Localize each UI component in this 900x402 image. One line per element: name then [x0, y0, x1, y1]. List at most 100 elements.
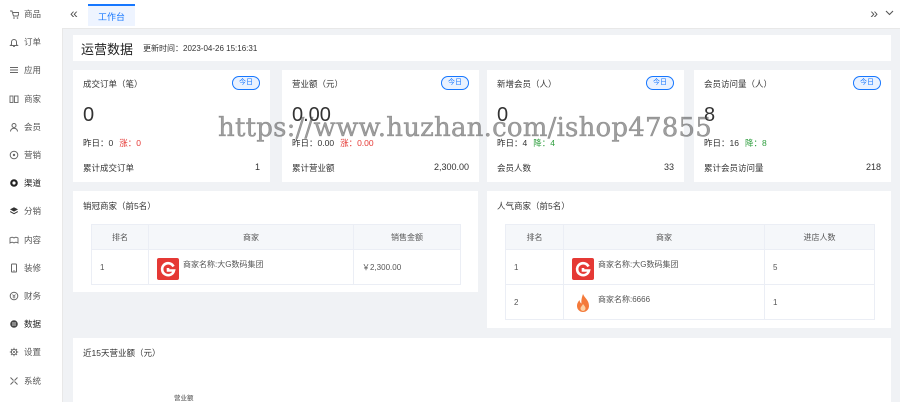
- change-label: 降：: [744, 138, 762, 148]
- sidebar-item-13[interactable]: 系统: [0, 366, 62, 394]
- stat-card-value: 8: [704, 104, 716, 126]
- gear-icon: [8, 347, 19, 358]
- visits-cell: 5: [764, 249, 875, 285]
- sidebar-item-label: 系统: [24, 375, 42, 386]
- stat-card: 成交订单（笔） 今日 0 昨日：0 涨：0 累计成交订单 1: [73, 70, 270, 182]
- col-header-shop: 商家: [563, 224, 765, 250]
- change-label: 降：: [533, 138, 551, 148]
- yesterday-label: 昨日：: [83, 138, 109, 148]
- today-badge[interactable]: 今日: [232, 76, 260, 90]
- today-badge[interactable]: 今日: [853, 76, 881, 90]
- tab-workbench[interactable]: 工作台: [88, 4, 136, 26]
- stat-card-compare: 昨日：16 降：8: [704, 137, 767, 149]
- col-header-amount: 销售金额: [353, 224, 461, 250]
- sidebar-item-3[interactable]: 商家: [0, 85, 62, 113]
- sidebar-item-9[interactable]: 装修: [0, 254, 62, 282]
- stat-card-title: 新增会员（人）: [497, 79, 557, 89]
- sidebar-item-12[interactable]: 设置: [0, 338, 62, 366]
- yesterday-label: 昨日：: [292, 138, 318, 148]
- popular-rank-table: 排名 商家 进店人数 1 商家名称:大G数码集团 5 2 商家名称:6666 1: [505, 224, 875, 320]
- table-row: 1 商家名称:大G数码集团 ￥2,300.00: [91, 249, 461, 285]
- amount-cell: ￥2,300.00: [353, 249, 461, 285]
- sales-rank-table: 排名 商家 销售金额 1 商家名称:大G数码集团 ￥2,300.00: [91, 224, 461, 285]
- yesterday-value: 16: [729, 138, 739, 148]
- stat-card-compare: 昨日：0.00 涨：0.00: [292, 137, 374, 149]
- stat-card-total-label: 累计营业额: [292, 163, 335, 173]
- yesterday-value: 0.00: [317, 138, 335, 148]
- sidebar-item-label: 会员: [24, 121, 42, 132]
- layers-icon: [8, 206, 19, 217]
- change-value: 0: [136, 138, 141, 148]
- store-icon: [8, 93, 19, 104]
- sidebar-item-6[interactable]: 渠道: [0, 169, 62, 197]
- col-header-visits: 进店人数: [764, 224, 875, 250]
- today-badge[interactable]: 今日: [646, 76, 674, 90]
- shop-cell: 商家名称:6666: [563, 284, 765, 320]
- top-bar: « 工作台 »: [62, 0, 900, 29]
- table-row: 1 商家名称:大G数码集团 5: [505, 249, 875, 285]
- sidebar-item-label: 财务: [24, 290, 42, 301]
- change-label: 涨：: [119, 138, 137, 148]
- stat-card-title: 成交订单（笔）: [83, 79, 143, 89]
- sidebar-item-4[interactable]: 会员: [0, 113, 62, 141]
- yesterday-label: 昨日：: [704, 138, 730, 148]
- sidebar-item-label: 分销: [24, 206, 42, 217]
- table-row: 2 商家名称:6666 1: [505, 284, 875, 320]
- today-badge[interactable]: 今日: [441, 76, 469, 90]
- sales-rank-panel: 销冠商家（前5名） 排名 商家 销售金额 1 商家名称:大G数码集团 ￥2,300.…: [73, 191, 478, 292]
- stat-card-title: 营业额（元）: [292, 79, 344, 89]
- database-icon: [8, 319, 19, 330]
- rank-cell: 1: [91, 249, 149, 285]
- change-value: 0.00: [357, 138, 374, 148]
- col-header-shop: 商家: [148, 224, 354, 250]
- rank-cell: 2: [505, 284, 564, 320]
- collapse-sidebar-icon[interactable]: «: [70, 6, 78, 20]
- sidebar-item-label: 装修: [24, 262, 42, 273]
- sidebar-item-2[interactable]: 应用: [0, 56, 62, 84]
- coin-icon: [8, 290, 19, 301]
- sidebar-item-label: 商品: [24, 9, 42, 20]
- sidebar-item-11[interactable]: 数据: [0, 310, 62, 338]
- sidebar-item-5[interactable]: 营销: [0, 141, 62, 169]
- shop-name: 商家名称:大G数码集团: [598, 259, 679, 269]
- popular-rank-title: 人气商家（前5名）: [497, 201, 570, 211]
- stat-card-value: 0: [497, 104, 509, 126]
- sidebar-item-label: 商家: [24, 93, 42, 104]
- stat-card-value: 0.00: [292, 104, 331, 126]
- sidebar-item-0[interactable]: 商品: [0, 0, 62, 28]
- stat-card-total-label: 累计会员访问量: [704, 163, 764, 173]
- stat-card-title: 会员访问量（人）: [704, 79, 773, 89]
- shop-name: 商家名称:大G数码集团: [183, 259, 264, 269]
- stat-card-compare: 昨日：0 涨：0: [83, 137, 141, 149]
- stat-card-total-value: 33: [663, 162, 674, 172]
- sidebar-item-8[interactable]: 内容: [0, 226, 62, 254]
- sidebar-item-label: 渠道: [24, 178, 42, 189]
- stat-card-total-value: 218: [865, 162, 881, 172]
- user-icon: [8, 121, 19, 132]
- yesterday-value: 4: [522, 138, 528, 148]
- chart-legend-revenue[interactable]: 营业额: [174, 392, 194, 402]
- phone-icon: [8, 262, 19, 273]
- shop-cell: 商家名称:大G数码集团: [563, 249, 765, 285]
- visits-cell: 1: [764, 284, 875, 320]
- sidebar-item-7[interactable]: 分销: [0, 197, 62, 225]
- change-value: 8: [762, 138, 767, 148]
- page-title: 运营数据: [81, 41, 134, 57]
- sidebar-item-10[interactable]: 财务: [0, 282, 62, 310]
- sidebar-item-label: 营销: [24, 150, 42, 161]
- change-value: 4: [550, 138, 555, 148]
- stat-card-total-label: 累计成交订单: [83, 163, 135, 173]
- stat-card: 会员访问量（人） 今日 8 昨日：16 降：8 累计会员访问量 218: [694, 70, 891, 182]
- update-time: 更新时间：2023-04-26 15:16:31: [143, 43, 258, 53]
- book-icon: [8, 234, 19, 245]
- stat-card-compare: 昨日：4 降：4: [497, 137, 555, 149]
- tabs-dropdown-icon[interactable]: [885, 8, 894, 18]
- yesterday-value: 0: [108, 138, 114, 148]
- sidebar-item-label: 应用: [24, 65, 42, 76]
- bell-icon: [8, 37, 19, 48]
- popular-rank-panel: 人气商家（前5名） 排名 商家 进店人数 1 商家名称:大G数码集团 5 2 商家名称:…: [487, 191, 891, 328]
- stat-card-total-value: 2,300.00: [433, 162, 469, 172]
- stat-card: 新增会员（人） 今日 0 昨日：4 降：4 会员人数 33: [487, 70, 684, 182]
- sidebar-item-1[interactable]: 订单: [0, 28, 62, 56]
- scroll-tabs-right-icon[interactable]: »: [870, 6, 878, 20]
